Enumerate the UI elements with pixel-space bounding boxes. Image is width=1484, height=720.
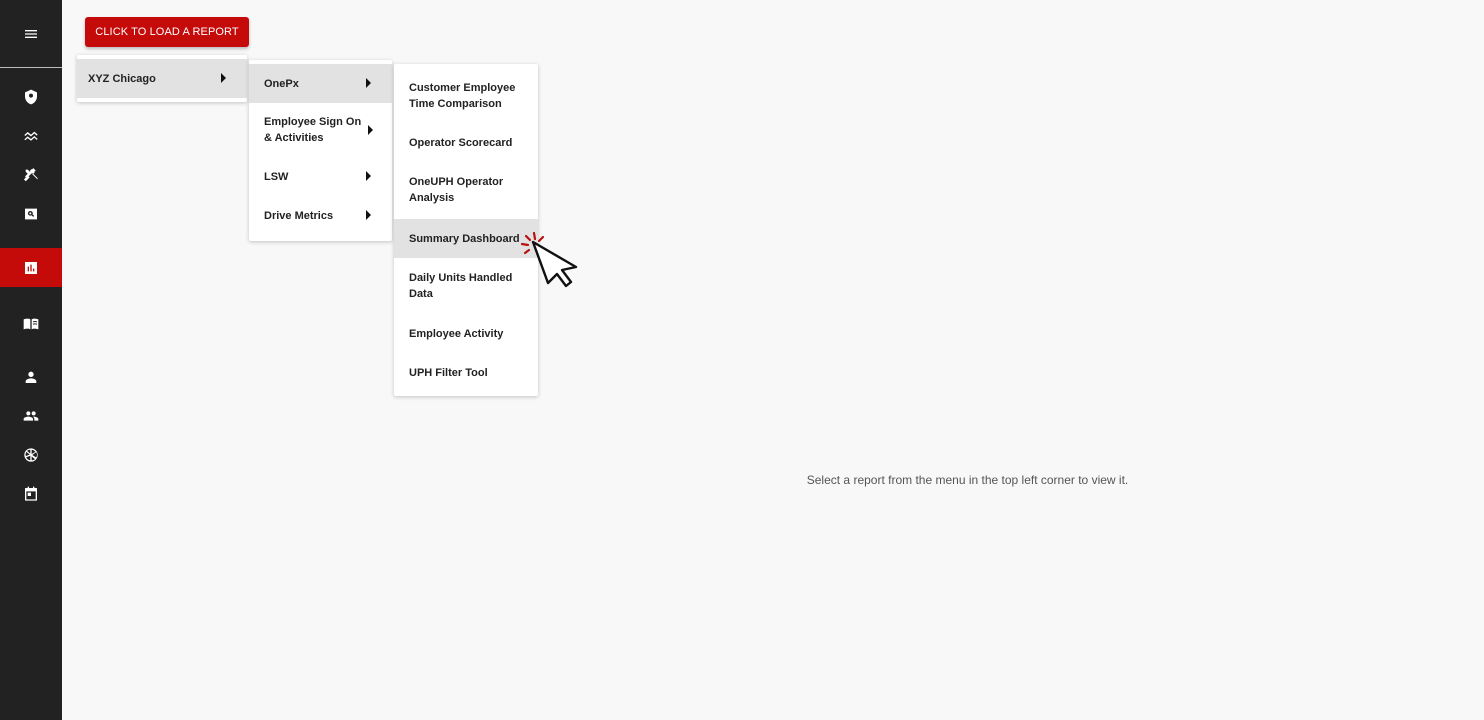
- menu-item-customer-employee-time[interactable]: Customer Employee Time Comparison: [394, 68, 538, 123]
- menu-item-xyz-chicago[interactable]: XYZ Chicago: [77, 59, 247, 98]
- sidebar-item-trends[interactable]: [0, 116, 62, 155]
- caret-right-icon: [366, 78, 371, 88]
- menu-item-daily-units-handled[interactable]: Daily Units Handled Data: [394, 258, 538, 314]
- tools-icon: [23, 167, 38, 181]
- menu-item-label: XYZ Chicago: [88, 72, 156, 85]
- sidebar-item-profile[interactable]: [0, 357, 62, 396]
- menu-item-lsw[interactable]: LSW: [249, 157, 392, 196]
- menu-item-summary-dashboard[interactable]: Summary Dashboard: [394, 219, 538, 258]
- sidebar-item-docs[interactable]: [0, 304, 62, 343]
- menu-item-label: Operator Scorecard: [409, 136, 513, 149]
- load-report-button[interactable]: CLICK TO LOAD A REPORT: [85, 17, 249, 47]
- sidebar-item-tools[interactable]: [0, 155, 62, 194]
- click-cursor-icon: [520, 231, 578, 288]
- group-icon: [23, 410, 39, 421]
- sidebar-item-team[interactable]: [0, 396, 62, 435]
- trend-icon: [24, 131, 38, 141]
- menu-item-employee-sign-on[interactable]: Employee Sign On & Activities: [249, 103, 392, 157]
- empty-state-message: Select a report from the menu in the top…: [806, 473, 1129, 487]
- search-report-icon: [25, 208, 37, 219]
- menu-item-label: Daily Units Handled Data: [409, 272, 513, 300]
- aperture-icon: [24, 447, 38, 462]
- bar-chart-icon: [25, 261, 37, 274]
- sidebar-item-integrations[interactable]: [0, 435, 62, 474]
- calendar-icon: [25, 486, 37, 501]
- menu-item-uph-filter-tool[interactable]: UPH Filter Tool: [394, 353, 538, 392]
- menu-item-label: Employee Activity: [409, 327, 504, 340]
- menu-item-label: Summary Dashboard: [409, 232, 520, 245]
- person-icon: [25, 371, 37, 383]
- menu-item-label: Employee Sign On & Activities: [264, 116, 362, 144]
- menu-level3: Customer Employee Time Comparison Operat…: [394, 64, 538, 396]
- sidebar-item-safety[interactable]: [0, 77, 62, 116]
- menu-item-label: OnePx: [264, 77, 299, 90]
- menu-item-label: Drive Metrics: [264, 209, 334, 222]
- menu-item-operator-scorecard[interactable]: Operator Scorecard: [394, 123, 538, 162]
- caret-right-icon: [221, 73, 226, 83]
- caret-right-icon: [368, 125, 373, 135]
- sidebar-item-search-reports[interactable]: [0, 194, 62, 233]
- caret-right-icon: [366, 171, 371, 181]
- menu-item-label: Customer Employee Time Comparison: [409, 81, 516, 110]
- menu-item-drive-metrics[interactable]: Drive Metrics: [249, 196, 392, 235]
- book-icon: [23, 318, 39, 329]
- menu-level2: OnePx Employee Sign On & Activities LSW …: [249, 60, 392, 241]
- sidebar-item-reports[interactable]: [0, 248, 62, 287]
- sidebar-item-calendar[interactable]: [0, 474, 62, 513]
- caret-right-icon: [366, 210, 371, 220]
- sidebar: [0, 0, 62, 720]
- menu-item-label: UPH Filter Tool: [409, 366, 488, 379]
- menu-level1: XYZ Chicago: [77, 55, 247, 102]
- menu-item-label: LSW: [264, 170, 289, 183]
- menu-item-onepx[interactable]: OnePx: [249, 64, 392, 103]
- menu-item-oneuph-operator-analysis[interactable]: OneUPH Operator Analysis: [394, 162, 538, 218]
- menu-item-employee-activity[interactable]: Employee Activity: [394, 314, 538, 353]
- sidebar-menu-toggle[interactable]: [0, 0, 62, 68]
- shield-icon: [25, 89, 37, 104]
- menu-item-label: OneUPH Operator Analysis: [409, 176, 504, 204]
- hamburger-icon: [25, 29, 37, 38]
